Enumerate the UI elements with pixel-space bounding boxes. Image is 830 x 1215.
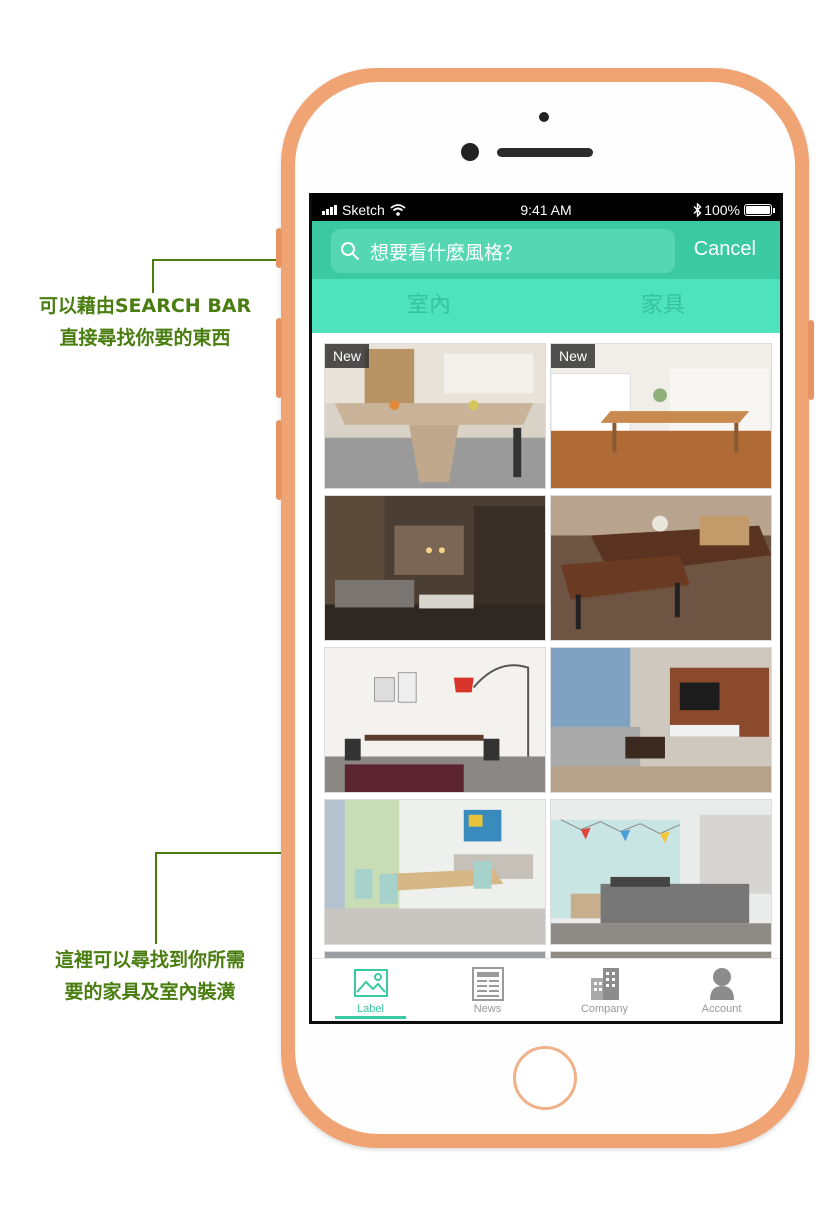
mute-switch	[276, 228, 282, 268]
front-camera	[461, 143, 479, 161]
proximity-sensor	[539, 112, 549, 122]
building-icon	[590, 968, 619, 1000]
bottom-tab-bar: Label News Company Account	[312, 958, 780, 1021]
new-badge: New	[551, 344, 595, 368]
tab-company-text: Company	[580, 1003, 629, 1015]
search-bar-annotation: 可以藉由SEARCH BAR 直接尋找你要的東西	[0, 290, 290, 354]
picture-icon	[353, 969, 388, 997]
search-icon	[341, 242, 359, 260]
gallery-item[interactable]	[324, 647, 546, 793]
tab-account-text: Account	[701, 1003, 742, 1015]
tab-company[interactable]: Company	[546, 959, 663, 1021]
earpiece-speaker	[497, 148, 593, 157]
battery-icon	[744, 204, 775, 216]
annotation-line: 要的家具及室內裝潢	[64, 981, 236, 1003]
interior-photo	[551, 800, 771, 944]
status-right: 100%	[693, 202, 775, 218]
annotation-line: 這裡可以尋找到你所需	[54, 949, 245, 971]
tab-label-text: Label	[357, 1003, 384, 1015]
home-button[interactable]	[513, 1046, 577, 1110]
grid-leader-line	[155, 852, 157, 944]
search-leader-line	[152, 259, 154, 293]
status-bar: Sketch 9:41 AM 100%	[312, 193, 780, 221]
app-screen: Sketch 9:41 AM 100% 想要看什麼風格？ Cancel 室內 家…	[312, 193, 780, 1021]
gallery-item[interactable]	[324, 799, 546, 945]
gallery-item-partial[interactable]	[324, 951, 546, 958]
grid-annotation: 這裡可以尋找到你所需 要的家具及室內裝潢	[0, 944, 300, 1008]
gallery-item[interactable]: New	[324, 343, 546, 489]
volume-down-button	[276, 420, 282, 500]
gallery-item[interactable]: New	[550, 343, 772, 489]
tab-furniture[interactable]: 家具	[546, 279, 780, 333]
gallery-item[interactable]	[550, 799, 772, 945]
tab-account[interactable]: Account	[663, 959, 780, 1021]
power-button	[808, 320, 814, 400]
gallery-item[interactable]	[550, 647, 772, 793]
tab-interior[interactable]: 室內	[312, 279, 546, 333]
interior-photo	[551, 496, 771, 640]
search-header: 想要看什麼風格？ Cancel	[312, 221, 780, 279]
new-badge: New	[325, 344, 369, 368]
tab-news-text: News	[473, 1003, 502, 1015]
user-icon	[709, 968, 734, 1000]
cancel-button[interactable]: Cancel	[694, 238, 756, 261]
gallery-item-partial[interactable]	[550, 951, 772, 958]
battery-percent: 100%	[704, 202, 740, 218]
category-tabs: 室內 家具	[312, 279, 780, 333]
phone-screen: Sketch 9:41 AM 100% 想要看什麼風格？ Cancel 室內 家…	[309, 193, 783, 1024]
tab-news[interactable]: News	[429, 959, 546, 1021]
interior-photo	[325, 496, 545, 640]
gallery-item[interactable]	[324, 495, 546, 641]
volume-up-button	[276, 318, 282, 398]
interior-photo	[325, 800, 545, 944]
annotation-line: 可以藉由SEARCH BAR	[38, 295, 252, 317]
search-placeholder: 想要看什麼風格？	[370, 241, 523, 264]
interior-photo	[551, 648, 771, 792]
tab-label[interactable]: Label	[312, 959, 429, 1021]
search-input[interactable]: 想要看什麼風格？	[331, 229, 675, 273]
bluetooth-icon	[693, 203, 702, 217]
annotation-line: 直接尋找你要的東西	[59, 327, 231, 349]
newspaper-icon	[471, 967, 504, 1001]
gallery-item[interactable]	[550, 495, 772, 641]
interior-photo	[325, 648, 545, 792]
gallery-grid: New New	[324, 343, 772, 958]
